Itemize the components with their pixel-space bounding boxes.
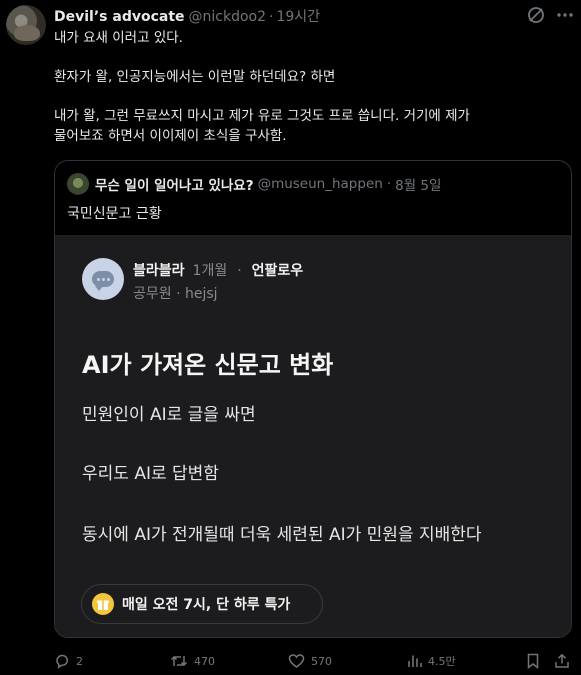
quote-author-name[interactable]: 무슨 일이 일어나고 있나요? xyxy=(95,174,254,194)
action-bar: 2 470 570 4.5만 xyxy=(54,653,572,671)
quote-author-avatar[interactable] xyxy=(67,173,89,195)
views-button[interactable]: 4.5만 xyxy=(406,653,456,669)
quote-header: 무슨 일이 일어나고 있나요? @museun_happen · 8월 5일 xyxy=(67,173,441,195)
reply-icon xyxy=(56,654,69,669)
tweet-line: 물어보죠 하면서 이이제이 초식을 구사함. xyxy=(54,127,287,144)
repost-icon xyxy=(170,655,188,667)
post-body-line: 민원인이 AI로 글을 싸면 xyxy=(82,405,256,425)
share-button[interactable] xyxy=(554,653,576,669)
author-handle[interactable]: @nickdoo2 xyxy=(189,9,267,25)
quote-tweet-card[interactable]: 무슨 일이 일어나고 있나요? @museun_happen · 8월 5일 국… xyxy=(54,160,572,638)
author-name[interactable]: Devil’s advocate xyxy=(54,9,185,25)
reply-button[interactable]: 2 xyxy=(54,653,83,669)
post-title: AI가 가져온 신문고 변화 xyxy=(82,351,334,379)
repost-count: 470 xyxy=(194,654,215,668)
quote-image[interactable]: 블라블라 1개월 · 언팔로우 공무원 · hejsj AI가 가져온 신문고 … xyxy=(55,235,571,637)
quote-text: 국민신문고 근황 xyxy=(67,206,162,222)
post-nickname: 블라블라 xyxy=(133,263,185,279)
post-author-meta: 공무원 · hejsj xyxy=(133,286,218,302)
repost-button[interactable]: 470 xyxy=(170,653,215,669)
like-button[interactable]: 570 xyxy=(288,653,332,669)
author-avatar[interactable] xyxy=(6,5,46,45)
reply-count: 2 xyxy=(76,654,83,668)
post-age: 1개월 xyxy=(192,263,228,279)
views-count: 4.5만 xyxy=(428,655,456,668)
tweet-line: 내가 요새 이러고 있다. xyxy=(54,30,183,46)
separator-dot: · xyxy=(269,9,274,25)
share-icon xyxy=(555,653,569,668)
heart-icon xyxy=(288,654,305,668)
separator-dot: · xyxy=(237,263,242,279)
chat-bubble-icon xyxy=(82,258,124,300)
unfollow-label: 언팔로우 xyxy=(251,263,304,279)
bookmark-icon xyxy=(527,653,539,669)
post-body-line: 우리도 AI로 답변함 xyxy=(82,464,219,484)
separator-dot: · xyxy=(386,176,392,192)
tweet-text: 내가 요새 이러고 있다. 환자가 왈, 인공지능에서는 이런말 하던데요? 하… xyxy=(54,29,574,146)
more-icon[interactable] xyxy=(555,5,575,25)
tweet-line: 내가 왈, 그런 무료쓰지 마시고 제가 유로 그것도 프로 씁니다. 거기에 … xyxy=(54,108,470,124)
like-count: 570 xyxy=(311,654,332,668)
post-author-line: 블라블라 1개월 · 언팔로우 xyxy=(133,260,303,280)
tweet-header: Devil’s advocate @nickdoo2 · 19시간 xyxy=(54,6,320,26)
promo-pill: 매일 오전 7시, 단 하루 특가 xyxy=(81,584,323,624)
bookmark-button[interactable] xyxy=(526,653,546,669)
gift-icon xyxy=(92,593,114,615)
quote-author-handle[interactable]: @museun_happen xyxy=(258,176,383,192)
quote-date[interactable]: 8월 5일 xyxy=(395,174,441,194)
tweet-time[interactable]: 19시간 xyxy=(276,6,320,26)
grok-icon[interactable] xyxy=(526,5,546,25)
views-icon xyxy=(408,655,422,667)
promo-text: 매일 오전 7시, 단 하루 특가 xyxy=(122,597,291,613)
tweet-line: 환자가 왈, 인공지능에서는 이런말 하던데요? 하면 xyxy=(54,69,336,85)
post-body-line: 동시에 AI가 전개될때 더욱 세련된 AI가 민원을 지배한다 xyxy=(82,525,482,545)
